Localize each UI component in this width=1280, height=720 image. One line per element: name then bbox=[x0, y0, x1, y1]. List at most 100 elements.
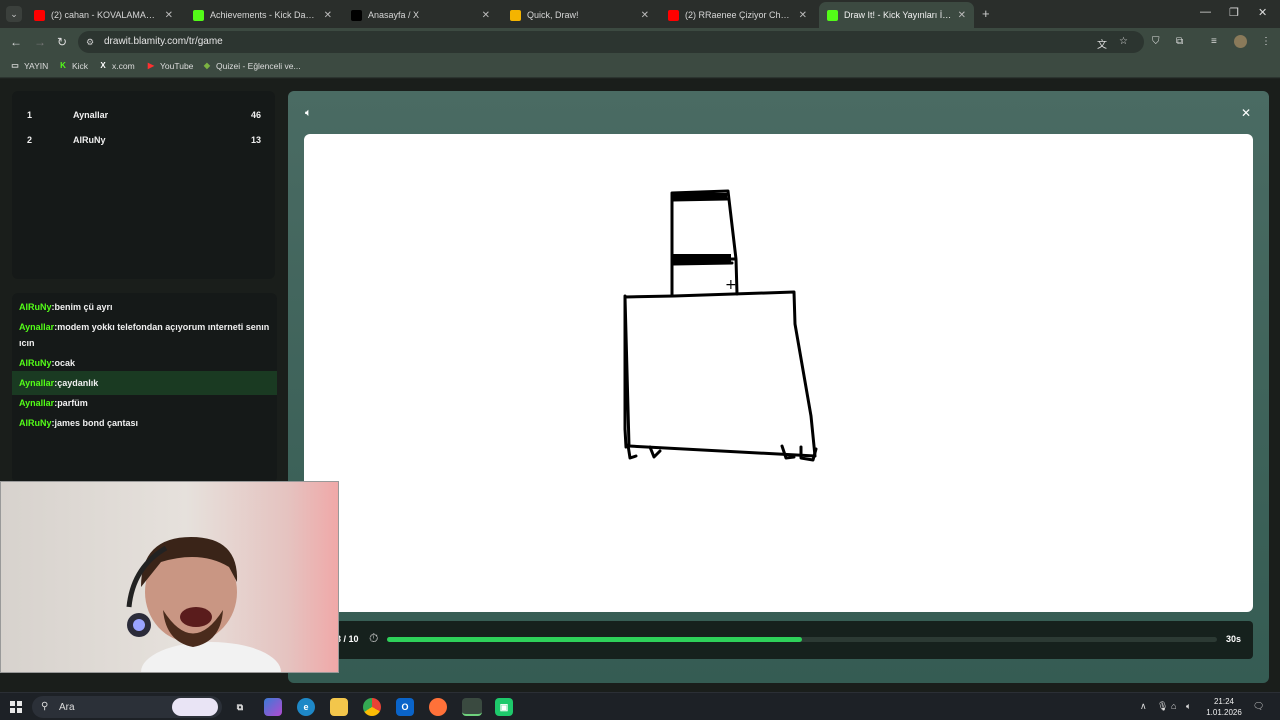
svg-text:+: + bbox=[725, 277, 737, 293]
clock-date: 1.01.2026 bbox=[1206, 708, 1242, 717]
tab-strip: ⌄ (2) cahan - KOVALAMACA (Offi✕Achieveme… bbox=[0, 0, 1280, 28]
game-panel: 🔈︎ ✕ + 3 / 10 ⏱︎ 30s bbox=[288, 91, 1269, 683]
bookmark-item[interactable]: ▭ YAYIN bbox=[10, 61, 48, 71]
taskbar-search[interactable]: ⚲ Ara bbox=[32, 696, 222, 718]
drawing-strokes: + bbox=[623, 189, 818, 462]
shield-icon[interactable]: ⛉ bbox=[1152, 36, 1160, 47]
chat-username[interactable]: AlRuNy bbox=[19, 302, 52, 312]
quizei-icon: ◆ bbox=[203, 61, 211, 70]
tab-close-icon[interactable]: ✕ bbox=[482, 10, 490, 21]
outlook-icon[interactable]: O bbox=[396, 698, 414, 716]
chat-username[interactable]: AlRuNy bbox=[19, 358, 52, 368]
scoreboard: 1 Aynallar 46 2 AlRuNy 13 bbox=[12, 91, 275, 279]
score-player: Aynallar bbox=[73, 110, 109, 120]
task-view-icon[interactable]: ⧉ bbox=[231, 698, 249, 716]
tab-search-button[interactable]: ⌄ bbox=[6, 6, 22, 22]
webcam-overlay bbox=[0, 481, 339, 673]
notifications-icon[interactable]: 🗨︎ bbox=[1253, 701, 1264, 712]
chat-username[interactable]: Aynallar bbox=[19, 398, 54, 408]
chat-message: Aynallar:modem yokkı telefondan açıyorum… bbox=[12, 315, 277, 355]
tab-title: Anasayfa / X bbox=[368, 10, 420, 20]
x-icon: X bbox=[100, 61, 106, 70]
clock[interactable]: 21:24 1.01.2026 bbox=[1204, 696, 1244, 718]
chrome-active-icon[interactable] bbox=[462, 698, 482, 716]
bookmark-item[interactable]: K Kick bbox=[58, 61, 88, 71]
bookmark-label: Quizei - Eğlenceli ve... bbox=[216, 61, 301, 71]
time-left: 30s bbox=[1225, 634, 1241, 644]
timer-icon: ⏱︎ bbox=[369, 631, 379, 645]
drawing-canvas[interactable]: + bbox=[304, 134, 1253, 612]
sound-icon[interactable]: 🔈︎ bbox=[305, 107, 312, 120]
tab-title: Draw It! - Kick Yayınları İçin Çiz bbox=[844, 10, 952, 20]
score-rank: 2 bbox=[27, 135, 33, 145]
back-button[interactable]: ← bbox=[10, 35, 22, 49]
kick-icon: K bbox=[60, 61, 66, 70]
volume-icon[interactable]: 🔈︎ bbox=[1186, 701, 1191, 712]
bookmark-item[interactable]: Xx.com bbox=[98, 61, 135, 71]
browser-tab[interactable]: (2) RRaenee Çiziyor Chat Bilmey ✕ bbox=[660, 2, 815, 28]
file-explorer-icon[interactable] bbox=[330, 698, 348, 716]
time-progress-bar bbox=[387, 637, 1217, 642]
time-progress-fill bbox=[387, 637, 802, 642]
tray-chevron-icon[interactable]: ∧ bbox=[1140, 701, 1147, 712]
bookmark-label: x.com bbox=[112, 61, 135, 71]
chat-username[interactable]: Aynallar bbox=[19, 322, 54, 332]
score-points: 13 bbox=[250, 135, 261, 145]
microphone-icon[interactable]: 🎙︎ bbox=[1157, 701, 1168, 712]
tab-title: (2) RRaenee Çiziyor Chat Bilmey bbox=[685, 10, 793, 20]
address-bar[interactable]: ⚙ drawit.blamity.com/tr/game bbox=[78, 31, 1144, 53]
reload-button[interactable]: ↻ bbox=[57, 35, 67, 49]
browser-tab[interactable]: Quick, Draw! ✕ bbox=[502, 2, 657, 28]
new-tab-button[interactable]: + bbox=[982, 6, 990, 21]
close-window-button[interactable]: ✕ bbox=[1258, 6, 1267, 19]
firefox-icon[interactable] bbox=[429, 698, 447, 716]
tab-close-icon[interactable]: ✕ bbox=[958, 10, 966, 21]
chat-text: benim çü ayrı bbox=[54, 302, 113, 312]
tab-close-icon[interactable]: ✕ bbox=[324, 10, 332, 21]
chat-text: modem yokkı telefondan açıyorum ınternet… bbox=[19, 322, 270, 348]
close-icon[interactable]: ✕ bbox=[1241, 106, 1251, 120]
translate-icon[interactable]: 文 bbox=[1097, 36, 1107, 51]
drawit-icon bbox=[827, 9, 838, 21]
youtube-icon: ▶ bbox=[147, 61, 155, 70]
bookmark-item[interactable]: ▶ YouTube bbox=[146, 61, 193, 71]
browser-tab[interactable]: (2) cahan - KOVALAMACA (Offi ✕ bbox=[26, 2, 181, 28]
youtube-icon bbox=[34, 9, 45, 21]
score-row: 2 AlRuNy 13 bbox=[12, 130, 275, 150]
bookmark-item[interactable]: ◆ Quizei - Eğlenceli ve... bbox=[202, 61, 301, 71]
edge-icon[interactable]: e bbox=[297, 698, 315, 716]
chat-username[interactable]: Aynallar bbox=[19, 378, 54, 388]
browser-tab[interactable]: Achievements - Kick Dashboard ✕ bbox=[185, 2, 340, 28]
tab-close-icon[interactable]: ✕ bbox=[799, 10, 807, 21]
search-placeholder: Ara bbox=[59, 702, 75, 713]
tab-close-icon[interactable]: ✕ bbox=[165, 10, 173, 21]
site-info-icon[interactable]: ⚙ bbox=[86, 37, 96, 47]
media-icon[interactable]: ≡ bbox=[1211, 36, 1217, 47]
profile-avatar[interactable] bbox=[1234, 35, 1247, 48]
quickdraw-icon bbox=[510, 9, 521, 21]
chrome-icon[interactable] bbox=[363, 698, 381, 716]
clock-time: 21:24 bbox=[1213, 697, 1235, 706]
score-player: AlRuNy bbox=[73, 135, 106, 145]
chat-text: çaydanlık bbox=[57, 378, 99, 388]
minimize-button[interactable]: — bbox=[1200, 6, 1211, 18]
restore-button[interactable]: ❐ bbox=[1229, 6, 1239, 19]
youtube-icon bbox=[668, 9, 679, 21]
tab-title: Achievements - Kick Dashboard bbox=[210, 10, 318, 20]
copilot-icon[interactable] bbox=[264, 698, 282, 716]
chat-username[interactable]: AlRuNy bbox=[19, 418, 52, 428]
network-icon[interactable]: ⌂ bbox=[1171, 701, 1176, 711]
extensions-icon[interactable]: ⧉ bbox=[1176, 36, 1183, 47]
bookmark-label: YouTube bbox=[160, 61, 194, 71]
app-icon[interactable]: ▣ bbox=[495, 698, 513, 716]
forward-button[interactable]: → bbox=[34, 35, 46, 49]
bookmark-star-icon[interactable]: ☆ bbox=[1119, 36, 1128, 47]
menu-icon[interactable]: ⋮ bbox=[1261, 36, 1271, 47]
kick-icon bbox=[193, 9, 204, 21]
score-row: 1 Aynallar 46 bbox=[12, 105, 275, 125]
chat-text: ocak bbox=[54, 358, 76, 368]
browser-tab[interactable]: Draw It! - Kick Yayınları İçin Çiz ✕ bbox=[819, 2, 974, 28]
start-button[interactable] bbox=[10, 701, 22, 713]
browser-tab[interactable]: Anasayfa / X ✕ bbox=[343, 2, 498, 28]
tab-close-icon[interactable]: ✕ bbox=[641, 10, 649, 21]
